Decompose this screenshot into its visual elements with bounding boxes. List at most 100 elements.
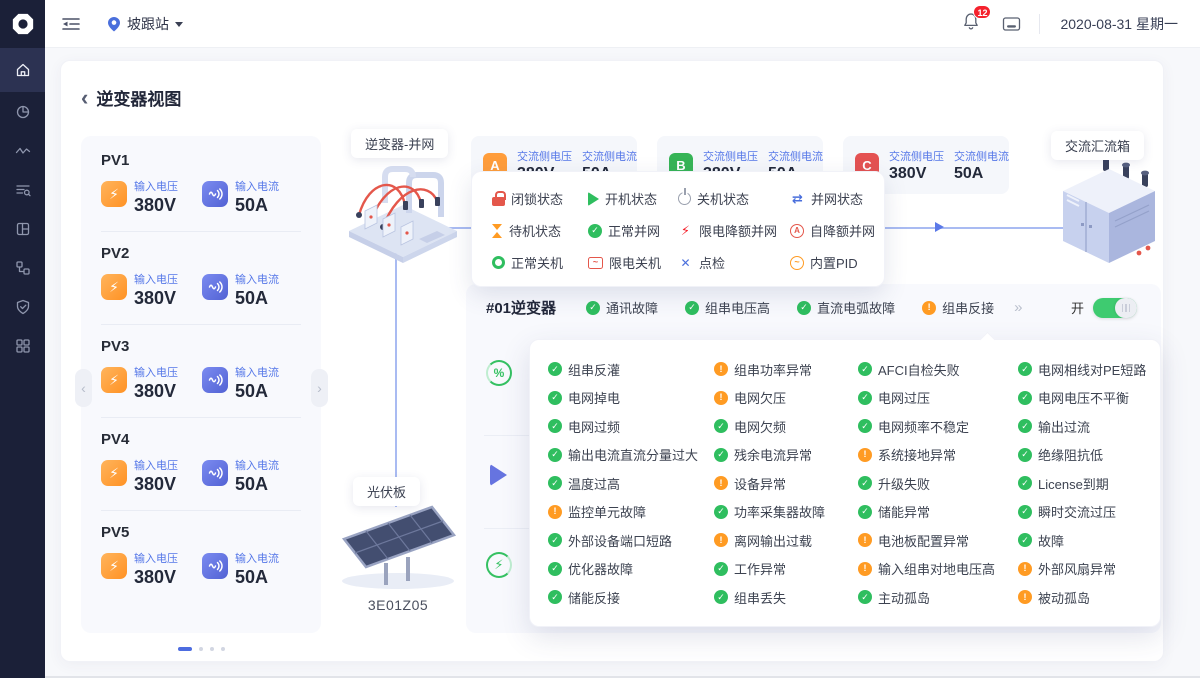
page-header: ‹ 逆变器视图 (81, 85, 181, 110)
warn-icon: ! (858, 448, 872, 462)
check-icon: ✓ (858, 590, 872, 604)
metric-text: 输入电压380V (134, 271, 178, 309)
divider (101, 417, 301, 418)
phase-current-label: 交流侧电流 (768, 148, 823, 164)
sidebar-item-topology[interactable] (0, 248, 45, 287)
metric-label: 输入电压 (134, 457, 178, 473)
current-date: 2020-08-31 星期一 (1060, 14, 1178, 34)
alarm-item: !设备异常 (714, 474, 858, 493)
app-logo[interactable] (0, 0, 45, 48)
phase-voltage-value: 380V (889, 165, 944, 183)
state-item: 开机状态 (588, 189, 678, 208)
metric-label: 输入电压 (134, 550, 178, 566)
reports-icon (14, 103, 32, 121)
metric-value: 50A (235, 381, 279, 402)
wave-icon (202, 460, 228, 486)
hourglass-icon (492, 224, 503, 238)
check-icon: ✓ (1018, 476, 1032, 490)
inverter-illustration[interactable] (341, 153, 461, 270)
alarm-item: ✓ 工作异常 (714, 559, 858, 578)
pagination-dot[interactable] (199, 647, 203, 651)
back-button[interactable]: ‹ (81, 89, 88, 107)
alarm-item: ✓电网掉电 (548, 388, 714, 407)
phase-voltage-label: 交流侧电压 (703, 148, 758, 164)
alarm-item: !被动孤岛 (1018, 588, 1146, 607)
pagination-dot[interactable] (221, 647, 225, 651)
metric-text: 输入电压380V (134, 457, 178, 495)
metric-current: 输入电流50A (202, 178, 279, 216)
bolt-icon: ⚡ (101, 367, 127, 393)
sidebar-item-home[interactable] (0, 48, 45, 92)
check-icon: ✓ (714, 562, 728, 576)
metric-current: 输入电流50A (202, 364, 279, 402)
check-icon: ✓ (548, 590, 562, 604)
metric-voltage: ⚡输入电压380V (101, 457, 178, 495)
alarm-item-label: 电网电压不平衡 (1038, 388, 1129, 407)
warn-icon: ! (858, 562, 872, 576)
alarm-item: !系统接地异常 (858, 445, 1018, 464)
state-item: A自降额并网 (790, 221, 875, 240)
state-item: 正常关机 (492, 253, 588, 272)
metric-voltage: ⚡ 输入电压380V (101, 364, 178, 402)
notification-count-badge: 12 (973, 5, 991, 19)
sidebar-item-reports[interactable] (0, 92, 45, 131)
metric-value: 50A (235, 474, 279, 495)
sidebar-item-apps[interactable] (0, 326, 45, 365)
check-icon: ✓ (1018, 505, 1032, 519)
alarm-item: ✓电网电压不平衡 (1018, 388, 1146, 407)
alarm-item-label: 电网相线对PE短路 (1038, 360, 1146, 379)
apps-icon (14, 337, 32, 355)
sidebar-item-devices[interactable] (0, 209, 45, 248)
check-icon: ✓ (858, 476, 872, 490)
pv-item: PV4⚡输入电压380V输入电流50A (101, 431, 301, 511)
combiner-box-illustration[interactable] (1053, 151, 1165, 274)
state-label: 限电降额并网 (699, 221, 777, 240)
alarm-item-label: 设备异常 (734, 474, 786, 493)
pv-name: PV5 (101, 524, 301, 541)
phase-current-value: 50A (954, 165, 1009, 183)
sidebar-item-logs[interactable] (0, 170, 45, 209)
solar-panel-illustration[interactable] (334, 501, 464, 598)
metric-text: 输入电压380V (134, 364, 178, 402)
divider (101, 324, 301, 325)
metric-text: 输入电流50A (235, 364, 279, 402)
run-play-icon (490, 464, 507, 486)
check-icon: ✓ (714, 419, 728, 433)
power-toggle[interactable] (1093, 298, 1137, 318)
pagination-dot[interactable] (178, 647, 192, 651)
alarm-item: ✓电网频率不稳定 (858, 417, 1018, 436)
ring-icon (492, 256, 505, 269)
location-pin-icon (107, 16, 121, 32)
logs-icon (14, 181, 32, 199)
alarm-item: ✓优化器故障 (548, 559, 714, 578)
metric-label: 输入电流 (235, 178, 279, 194)
sidebar-item-monitor[interactable] (0, 131, 45, 170)
screen-icon[interactable] (1002, 16, 1021, 32)
carousel-prev-button[interactable]: ‹ (75, 369, 92, 407)
pv-item: PV3⚡输入电压380V输入电流50A (101, 338, 301, 418)
alarm-item-label: 绝缘阻抗低 (1038, 445, 1103, 464)
carousel-next-button[interactable]: › (311, 369, 328, 407)
alarm-item-label: 工作异常 (734, 559, 786, 578)
state-label: 闭锁状态 (511, 189, 563, 208)
state-label: 并网状态 (811, 189, 863, 208)
carousel-pagination (161, 647, 241, 651)
alarm-item: !电池板配置异常 (858, 531, 1018, 550)
metric-value: 380V (134, 288, 178, 309)
alarm-item-label: 残余电流异常 (734, 445, 812, 464)
notification-bell[interactable]: 12 (962, 12, 980, 35)
pagination-dot[interactable] (210, 647, 214, 651)
alarm-badge-label: 组串反接 (942, 298, 994, 317)
alarm-item: ✓储能反接 (548, 588, 714, 607)
state-label: 待机状态 (509, 221, 561, 240)
station-selector[interactable]: 坡跟站 (107, 14, 183, 34)
state-item: ~限电关机 (588, 253, 678, 272)
warn-icon: ! (714, 391, 728, 405)
dc-connector-line (395, 251, 397, 507)
collapse-menu-icon[interactable] (61, 16, 81, 32)
state-label: 正常并网 (608, 221, 660, 240)
sidebar-item-security[interactable] (0, 287, 45, 326)
alarm-item-label: 组串反灌 (568, 360, 620, 379)
pv-name: PV4 (101, 431, 301, 448)
more-badges-icon[interactable]: » (1014, 299, 1022, 316)
